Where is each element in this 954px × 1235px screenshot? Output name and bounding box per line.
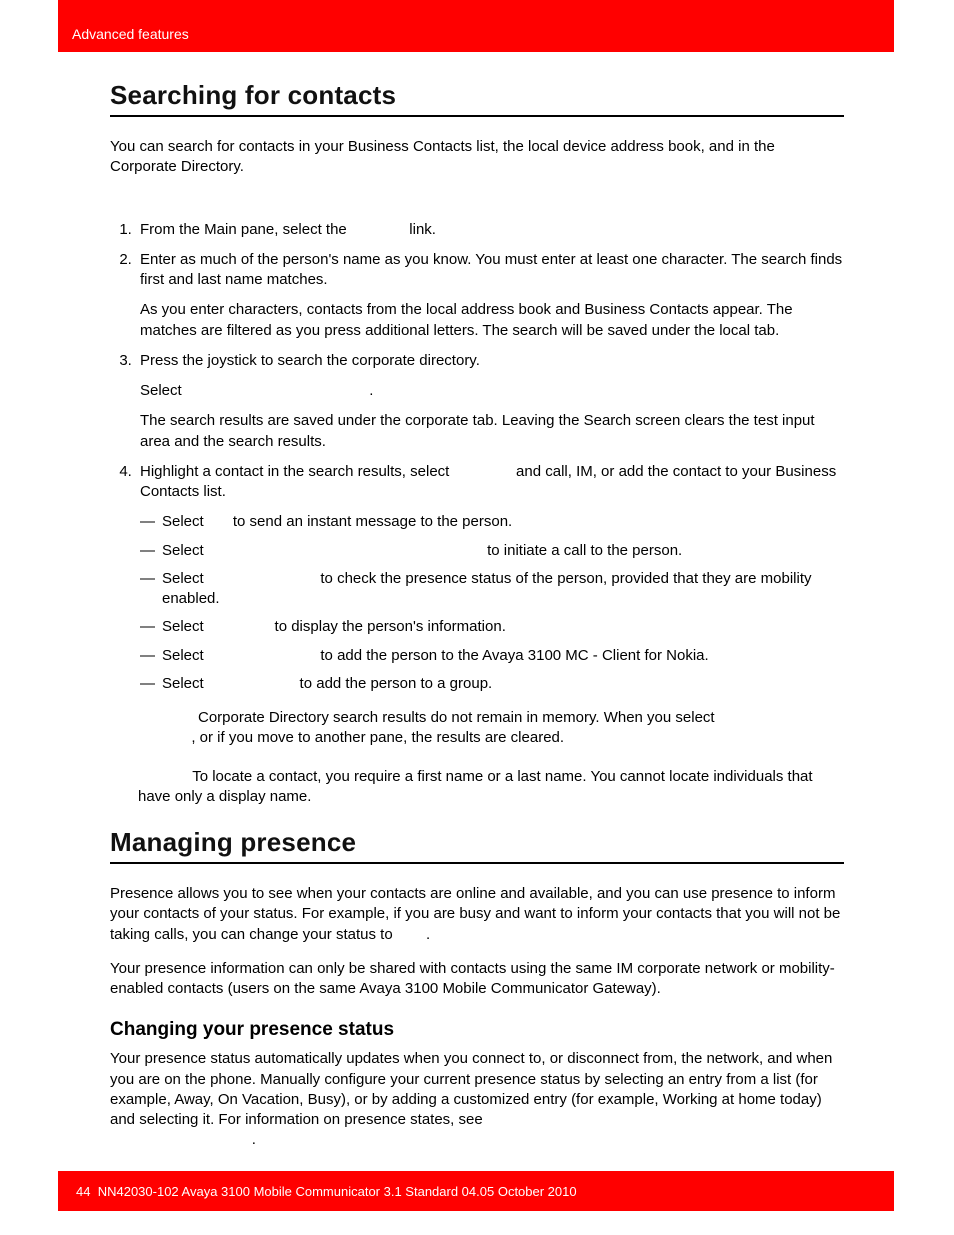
section-title-searching: Searching for contacts bbox=[110, 80, 844, 111]
step-4: Highlight a contact in the search result… bbox=[136, 462, 844, 694]
section-title-presence: Managing presence bbox=[110, 827, 844, 858]
subsection-changing-status: Changing your presence status bbox=[110, 1019, 844, 1041]
footer-bar: 44 NN42030-102 Avaya 3100 Mobile Communi… bbox=[58, 1171, 894, 1211]
steps-list: From the Main pane, select the link. Ent… bbox=[110, 220, 844, 695]
section-rule bbox=[110, 862, 844, 864]
note-corporate-directory: Corporate Directory search results do no… bbox=[158, 708, 844, 749]
section-rule bbox=[110, 115, 844, 117]
step-1: From the Main pane, select the link. bbox=[136, 220, 844, 240]
breadcrumb: Advanced features bbox=[72, 26, 189, 42]
page-content: Searching for contacts You can search fo… bbox=[110, 60, 844, 1165]
presence-paragraph-2: Your presence information can only be sh… bbox=[110, 959, 844, 1000]
intro-paragraph: You can search for contacts in your Busi… bbox=[110, 137, 844, 178]
footer-text: NN42030-102 Avaya 3100 Mobile Communicat… bbox=[98, 1184, 577, 1199]
presence-paragraph-3: Your presence status automatically updat… bbox=[110, 1049, 844, 1150]
list-item: Select to add the person to the Avaya 31… bbox=[162, 646, 844, 666]
step-2: Enter as much of the person's name as yo… bbox=[136, 250, 844, 341]
list-item: Select to initiate a call to the person. bbox=[162, 541, 844, 561]
page-number: 44 bbox=[76, 1184, 90, 1199]
list-item: Select to send an instant message to the… bbox=[162, 512, 844, 532]
note-locate-contact: To locate a contact, you require a first… bbox=[138, 767, 844, 808]
list-item: Select to check the presence status of t… bbox=[162, 569, 844, 610]
dash-list: Select to send an instant message to the… bbox=[140, 512, 844, 694]
step-3: Press the joystick to search the corpora… bbox=[136, 351, 844, 452]
list-item: Select to display the person's informati… bbox=[162, 617, 844, 637]
header-bar: Advanced features bbox=[58, 0, 894, 52]
presence-paragraph-1: Presence allows you to see when your con… bbox=[110, 884, 844, 945]
list-item: Select to add the person to a group. bbox=[162, 674, 844, 694]
